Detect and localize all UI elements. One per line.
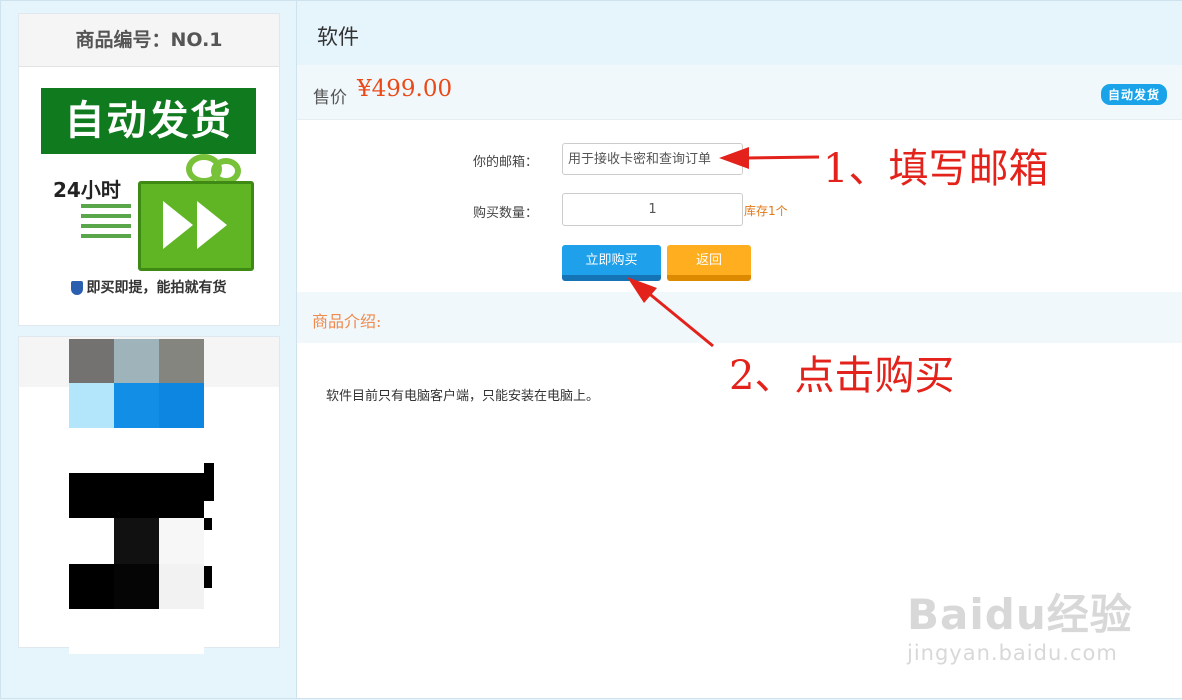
intro-header-bar: 商品介绍:: [297, 292, 1182, 343]
page-frame: 商品编号：NO.1 自动发货 24小时 即买即提，能拍就有货 软件 售价 ¥49…: [0, 0, 1182, 699]
back-button[interactable]: 返回: [667, 245, 751, 281]
price-value: ¥499.00: [357, 76, 453, 102]
product-image-banner: 自动发货: [41, 88, 256, 154]
product-number: 商品编号：NO.1: [19, 14, 279, 67]
annotation-step-2: 2、点击购买: [729, 353, 955, 399]
auto-delivery-badge: 自动发货: [1100, 84, 1167, 105]
watermark-url: jingyan.baidu.com: [907, 641, 1118, 665]
quantity-input[interactable]: [562, 193, 743, 226]
email-label: 你的邮箱：: [473, 155, 539, 170]
product-image-hours: 24小时: [53, 178, 121, 202]
gift-box-icon: [138, 181, 254, 271]
play-arrow-icon: [163, 201, 193, 249]
stock-count: 库存1个: [744, 204, 788, 218]
shield-icon: [70, 281, 83, 295]
baidu-watermark: Baidu经验 jingyan.baidu.com: [907, 581, 1133, 665]
email-input[interactable]: [562, 143, 743, 175]
annotation-step-1: 1、填写邮箱: [823, 146, 1049, 192]
quantity-label: 购买数量：: [473, 206, 539, 221]
play-arrow-icon-2: [197, 201, 227, 249]
product-image-body: 24小时: [41, 154, 256, 274]
product-image-footer: 即买即提，能拍就有货: [41, 276, 256, 300]
price-bar: 售价 ¥499.00: [297, 65, 1182, 120]
product-image: 自动发货 24小时 即买即提，能拍就有货: [41, 88, 256, 300]
speed-lines-graphic: [81, 204, 131, 244]
product-title: 软件: [317, 25, 359, 49]
product-image-footer-text: 即买即提，能拍就有货: [86, 280, 227, 296]
watermark-logo: Baidu经验: [907, 590, 1133, 639]
buy-now-button[interactable]: 立即购买: [562, 245, 661, 281]
product-title-bar: 软件: [297, 1, 1182, 65]
intro-text: 软件目前只有电脑客户端，只能安装在电脑上。: [326, 389, 600, 404]
price-label: 售价: [313, 88, 347, 108]
left-sidebar: 商品编号：NO.1 自动发货 24小时 即买即提，能拍就有货: [1, 1, 297, 698]
intro-heading: 商品介绍:: [312, 312, 382, 331]
